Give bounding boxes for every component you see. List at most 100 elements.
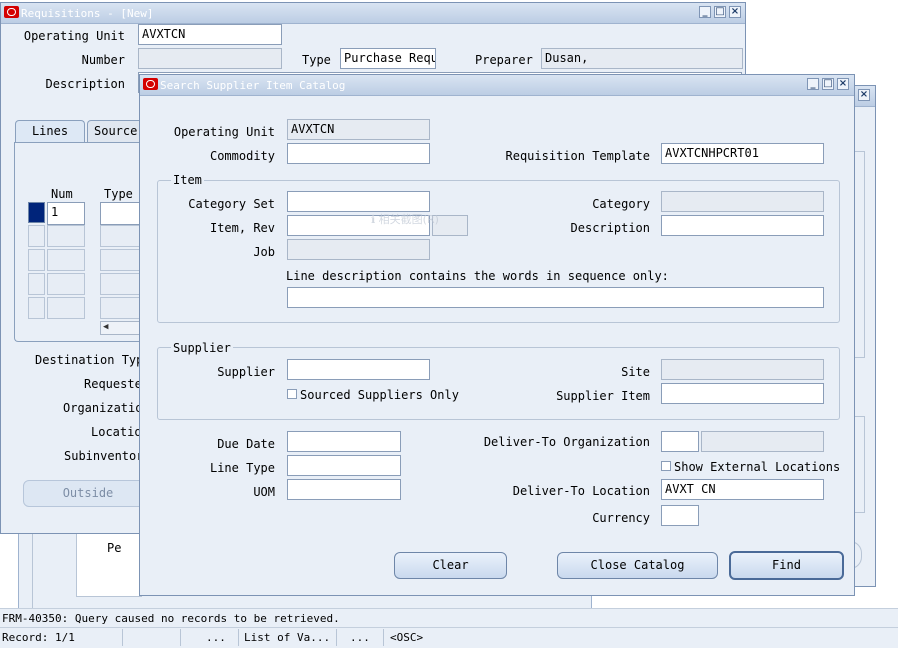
line-type-cell[interactable] [100, 225, 140, 247]
osc-indicator: <OSC> [390, 631, 424, 644]
site-field[interactable] [661, 359, 824, 380]
record-indicator: Record: 1/1 [2, 631, 75, 644]
operating-unit-field[interactable]: AVXTCN [287, 119, 430, 140]
line-num-cell[interactable] [47, 297, 85, 319]
line-num-cell[interactable] [47, 225, 85, 247]
deliver-to-location-field[interactable]: AVXT CN [661, 479, 824, 500]
close-icon[interactable]: × [837, 78, 849, 90]
outside-button[interactable]: Outside [23, 480, 153, 507]
close-icon[interactable]: × [858, 89, 870, 101]
req-type-label: Type [302, 53, 331, 67]
line-type-label: Line Type [209, 461, 275, 475]
due-date-label: Due Date [217, 437, 275, 451]
currency-label: Currency [592, 511, 650, 525]
selected-row-indicator[interactable] [28, 202, 45, 223]
requester-label: Requeste [84, 377, 142, 391]
due-date-field[interactable] [287, 431, 401, 452]
type-column-header: Type [104, 187, 133, 201]
uom-label: UOM [253, 485, 275, 499]
tab-lines[interactable]: Lines [15, 120, 85, 142]
uom-field[interactable] [287, 479, 401, 500]
line-type-cell[interactable] [100, 273, 140, 295]
maximize-icon[interactable]: □ [714, 6, 726, 18]
oracle-icon [4, 6, 19, 18]
maximize-icon[interactable]: □ [822, 78, 834, 90]
category-set-label: Category Set [188, 197, 275, 211]
oracle-icon [143, 78, 158, 90]
item-rev-label: Item, Rev [209, 221, 275, 235]
show-external-locations-checkbox[interactable] [661, 461, 671, 471]
deliver-to-org-name-field[interactable] [701, 431, 824, 452]
category-label: Category [592, 197, 650, 211]
deliver-to-org-code-field[interactable] [661, 431, 699, 452]
search-catalog-title: Search Supplier Item Catalog [160, 79, 346, 92]
requisition-template-field[interactable]: AVXTCNHPCRT01 [661, 143, 824, 164]
status-divider [238, 629, 239, 646]
req-number-label: Number [81, 53, 125, 67]
clear-button[interactable]: Clear [394, 552, 507, 579]
status-divider [180, 629, 181, 646]
description-field[interactable] [661, 215, 824, 236]
subinventory-label: Subinventor [64, 449, 144, 463]
supplier-item-field[interactable] [661, 383, 824, 404]
destination-type-label: Destination Typ [35, 353, 144, 367]
supplier-field[interactable] [287, 359, 430, 380]
num-column-header: Num [51, 187, 73, 201]
row-indicator[interactable] [28, 273, 45, 295]
supplier-item-label: Supplier Item [556, 389, 650, 403]
tab-source[interactable]: Source [87, 120, 147, 142]
requisitions-title: Requisitions - [New] [21, 7, 154, 20]
job-field[interactable] [287, 239, 430, 260]
line-num-field[interactable]: 1 [47, 202, 85, 225]
req-description-label: Description [45, 77, 125, 91]
line-type-cell[interactable] [100, 297, 140, 319]
deliver-to-org-label: Deliver-To Organization [483, 435, 650, 449]
row-indicator[interactable] [28, 225, 45, 247]
description-label: Description [570, 221, 650, 235]
supplier-label: Supplier [217, 365, 275, 379]
job-label: Job [253, 245, 275, 259]
organization-label: Organizatio [63, 401, 143, 415]
background-panel-lower [854, 416, 865, 513]
status-segment-dots: ... [350, 631, 370, 644]
commodity-field[interactable] [287, 143, 430, 164]
close-icon[interactable]: × [729, 6, 741, 18]
ghost-tooltip: ℹ 相关截图(R) [371, 213, 439, 226]
horizontal-scrollbar[interactable]: ◀ [100, 321, 144, 335]
line-type-field[interactable] [287, 455, 401, 476]
line-description-label: Line description contains the words in s… [286, 269, 669, 283]
sourced-suppliers-checkbox[interactable] [287, 389, 297, 399]
req-preparer-field[interactable]: Dusan, [541, 48, 743, 69]
req-operating-unit-field[interactable]: AVXTCN [138, 24, 282, 45]
req-type-field[interactable]: Purchase Requ [340, 48, 436, 69]
background-panel [854, 151, 865, 358]
line-num-cell[interactable] [47, 273, 85, 295]
status-message: FRM-40350: Query caused no records to be… [2, 612, 340, 625]
status-divider [383, 629, 384, 646]
req-preparer-label: Preparer [475, 53, 533, 67]
currency-field[interactable] [661, 505, 699, 526]
commodity-label: Commodity [209, 149, 275, 163]
supplier-group-label: Supplier [171, 341, 233, 355]
deliver-to-location-label: Deliver-To Location [512, 484, 650, 498]
scroll-left-icon[interactable]: ◀ [103, 322, 108, 332]
list-of-values-indicator: List of Va... [244, 631, 331, 644]
req-number-field[interactable] [138, 48, 282, 69]
requisitions-titlebar: Requisitions - [New] _ □ × [1, 3, 745, 24]
line-num-cell[interactable] [47, 249, 85, 271]
line-description-field[interactable] [287, 287, 824, 308]
sourced-suppliers-label: Sourced Suppliers Only [300, 388, 459, 402]
row-indicator[interactable] [28, 249, 45, 271]
category-field[interactable] [661, 191, 824, 212]
find-button[interactable]: Find [729, 551, 844, 580]
row-indicator[interactable] [28, 297, 45, 319]
close-catalog-button[interactable]: Close Catalog [557, 552, 718, 579]
item-group-label: Item [171, 173, 204, 187]
status-message-bar: FRM-40350: Query caused no records to be… [0, 608, 898, 627]
status-divider [122, 629, 123, 646]
line-type-cell[interactable] [100, 249, 140, 271]
pe-label: Pe [107, 541, 122, 555]
line-type-field[interactable] [100, 202, 140, 225]
minimize-icon[interactable]: _ [699, 6, 711, 18]
minimize-icon[interactable]: _ [807, 78, 819, 90]
